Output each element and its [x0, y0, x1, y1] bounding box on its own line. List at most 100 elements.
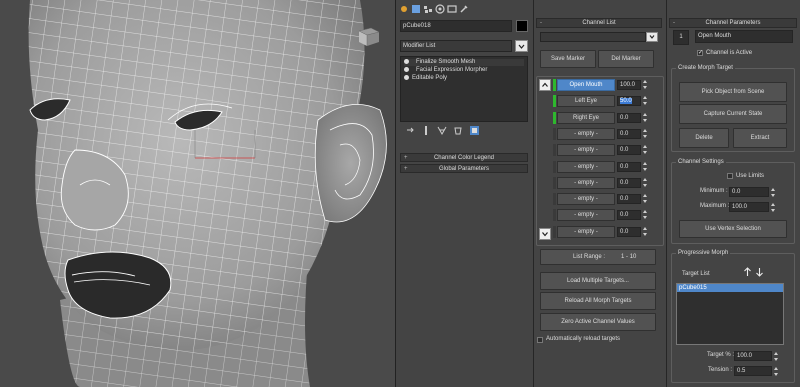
auto-reload-label: Automatically reload targets: [546, 336, 621, 342]
channel-value-spinner-icon[interactable]: [643, 161, 648, 171]
channel-value-spinner-icon[interactable]: [643, 194, 648, 204]
target-list-item[interactable]: pCube015: [677, 284, 783, 292]
maximum-label: Maximum :: [700, 203, 730, 209]
create-tab-icon[interactable]: [399, 4, 409, 14]
viewcube-icon[interactable]: [352, 24, 382, 48]
channel-value-field[interactable]: 0.0: [617, 145, 641, 156]
modify-tab-icon[interactable]: [411, 4, 421, 14]
tension-spinner-icon[interactable]: [774, 367, 779, 376]
maximum-field[interactable]: 100.0: [729, 202, 769, 212]
target-percent-spinner-icon[interactable]: [774, 352, 779, 361]
channel-button[interactable]: Right Eye: [557, 111, 615, 124]
channel-row: - empty - 0.0: [553, 193, 653, 206]
channel-value-field[interactable]: 0.0: [617, 177, 641, 188]
channel-number-field[interactable]: 1: [673, 30, 689, 45]
channel-button[interactable]: - empty -: [557, 225, 615, 238]
zero-active-channel-values-button[interactable]: Zero Active Channel Values: [540, 313, 656, 331]
toggle-modifier-icon[interactable]: [404, 67, 409, 72]
extract-button[interactable]: Extract: [733, 128, 787, 148]
move-target-up-icon[interactable]: [743, 267, 752, 277]
load-multiple-targets-button[interactable]: Load Multiple Targets...: [540, 272, 656, 290]
modifier-stack[interactable]: Finalize Smooth Mesh Facial Expression Mo…: [400, 56, 528, 122]
display-tab-icon[interactable]: [447, 4, 457, 14]
modifier-list-dropdown[interactable]: Modifier List: [400, 40, 512, 52]
perspective-viewport[interactable]: [0, 0, 396, 387]
channel-button[interactable]: - empty -: [557, 160, 615, 173]
channel-color-legend-rollout[interactable]: + Channel Color Legend: [400, 153, 528, 162]
marker-dropdown[interactable]: [540, 32, 646, 42]
channel-value: 0.0: [620, 163, 629, 170]
channel-value-spinner-icon[interactable]: [643, 145, 648, 155]
channel-value: 50.0: [620, 98, 632, 105]
channel-status-indicator: [553, 79, 556, 91]
global-parameters-rollout[interactable]: + Global Parameters: [400, 164, 528, 173]
tension-field[interactable]: 0.5: [734, 366, 772, 376]
channel-button[interactable]: - empty -: [557, 193, 615, 206]
target-percent-field[interactable]: 100.0: [734, 351, 772, 361]
modifier-stack-item[interactable]: Editable Poly: [404, 75, 524, 82]
channel-button[interactable]: - empty -: [557, 144, 615, 157]
channel-value-field[interactable]: 0.0: [617, 161, 641, 172]
object-name-field[interactable]: pCube018: [400, 20, 512, 32]
utilities-tab-icon[interactable]: [459, 4, 469, 14]
pin-stack-icon[interactable]: [405, 126, 415, 135]
channel-value-field[interactable]: 50.0: [617, 96, 641, 107]
pick-object-from-scene-button[interactable]: Pick Object from Scene: [679, 82, 787, 102]
channel-value-spinner-icon[interactable]: [643, 210, 648, 220]
channel-value-spinner-icon[interactable]: [643, 226, 648, 236]
channel-active-checkbox[interactable]: ✓: [697, 50, 703, 56]
reload-all-morph-targets-button[interactable]: Reload All Morph Targets: [540, 292, 656, 310]
modifier-stack-item[interactable]: Facial Expression Morpher: [404, 67, 524, 74]
motion-tab-icon[interactable]: [435, 4, 445, 14]
toggle-modifier-icon[interactable]: [404, 59, 409, 64]
channel-button[interactable]: - empty -: [557, 176, 615, 189]
channel-button[interactable]: Open Mouth: [557, 79, 615, 91]
modify-panel: pCube018 Modifier List Finalize Smooth M…: [397, 0, 533, 387]
save-marker-button[interactable]: Save Marker: [540, 50, 596, 68]
channel-list-rollout[interactable]: - Channel List: [536, 18, 662, 28]
configure-modifier-sets-icon[interactable]: [469, 125, 480, 136]
scroll-down-icon[interactable]: [539, 228, 551, 240]
minimum-field[interactable]: 0.0: [729, 187, 769, 197]
channel-value-field[interactable]: 0.0: [617, 128, 641, 139]
channel-value-field[interactable]: 100.0: [617, 80, 641, 90]
channel-value-spinner-icon[interactable]: [643, 96, 648, 106]
delete-button[interactable]: Delete: [679, 128, 729, 148]
modifier-list-label: Modifier List: [403, 43, 436, 49]
use-vertex-selection-button[interactable]: Use Vertex Selection: [679, 220, 787, 238]
marker-dropdown-arrow-icon[interactable]: [646, 32, 658, 42]
channel-status-indicator: [553, 111, 556, 124]
maximum-spinner-icon[interactable]: [771, 203, 776, 212]
channel-value-spinner-icon[interactable]: [643, 112, 648, 122]
channel-value-field[interactable]: 0.0: [617, 194, 641, 205]
del-marker-button[interactable]: Del Marker: [598, 50, 654, 68]
use-limits-checkbox[interactable]: [727, 173, 733, 179]
channel-value-spinner-icon[interactable]: [643, 128, 648, 138]
channel-value-field[interactable]: 0.0: [617, 210, 641, 221]
channel-value-field[interactable]: 0.0: [617, 112, 641, 123]
channel-button[interactable]: - empty -: [557, 127, 615, 140]
channel-value-spinner-icon[interactable]: [643, 80, 648, 89]
auto-reload-checkbox[interactable]: [537, 337, 543, 343]
channel-name-field[interactable]: Open Mouth: [695, 30, 793, 43]
channel-parameters-rollout[interactable]: - Channel Parameters: [669, 18, 797, 28]
scroll-up-icon[interactable]: [539, 79, 551, 91]
object-color-swatch[interactable]: [516, 20, 528, 32]
remove-modifier-icon[interactable]: [453, 126, 463, 135]
channel-button[interactable]: - empty -: [557, 209, 615, 222]
hierarchy-tab-icon[interactable]: [423, 4, 433, 14]
make-unique-icon[interactable]: [437, 126, 447, 135]
capture-current-state-button[interactable]: Capture Current State: [679, 104, 787, 124]
toggle-modifier-icon[interactable]: [404, 75, 409, 80]
channel-button[interactable]: Left Eye: [557, 95, 615, 108]
minimum-spinner-icon[interactable]: [771, 188, 776, 197]
modifier-list-arrow-icon[interactable]: [515, 40, 528, 52]
modifier-stack-item[interactable]: Finalize Smooth Mesh: [404, 59, 524, 66]
channel-value: 100.0: [620, 82, 636, 88]
channel-value-field[interactable]: 0.0: [617, 226, 641, 237]
target-list-box[interactable]: pCube015: [676, 283, 784, 345]
channel-value: 0.0: [620, 212, 629, 219]
channel-value-spinner-icon[interactable]: [643, 177, 648, 187]
show-end-result-icon[interactable]: [421, 125, 431, 136]
move-target-down-icon[interactable]: [755, 267, 764, 277]
